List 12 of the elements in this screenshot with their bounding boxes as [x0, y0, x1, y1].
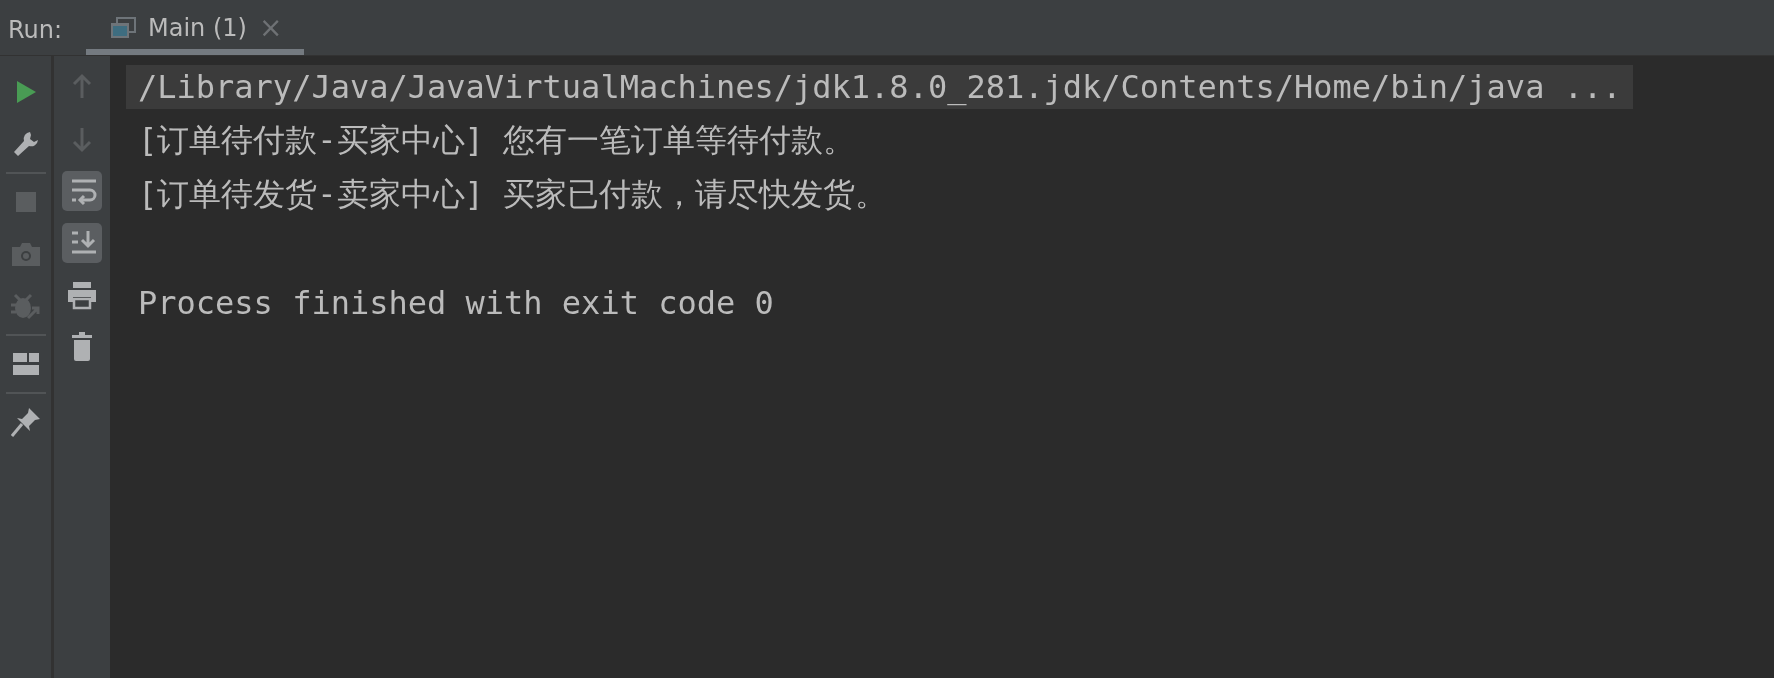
run-label: Run:	[8, 15, 64, 44]
output-line: [订单待发货-卖家中心] 买家已付款，请尽快发货。	[138, 174, 888, 215]
soft-wrap-icon[interactable]	[62, 171, 102, 211]
output-line: [订单待付款-买家中心] 您有一笔订单等待付款。	[138, 120, 856, 161]
window-icon	[110, 16, 136, 39]
scroll-to-end-icon[interactable]	[62, 223, 102, 263]
output-line: Process finished with exit code 0	[138, 284, 774, 322]
pin-icon[interactable]	[10, 407, 41, 437]
layout-icon[interactable]	[12, 353, 39, 375]
run-icon[interactable]	[14, 80, 37, 104]
tab-label: Main (1)	[148, 13, 247, 42]
wrench-icon[interactable]	[11, 130, 40, 158]
